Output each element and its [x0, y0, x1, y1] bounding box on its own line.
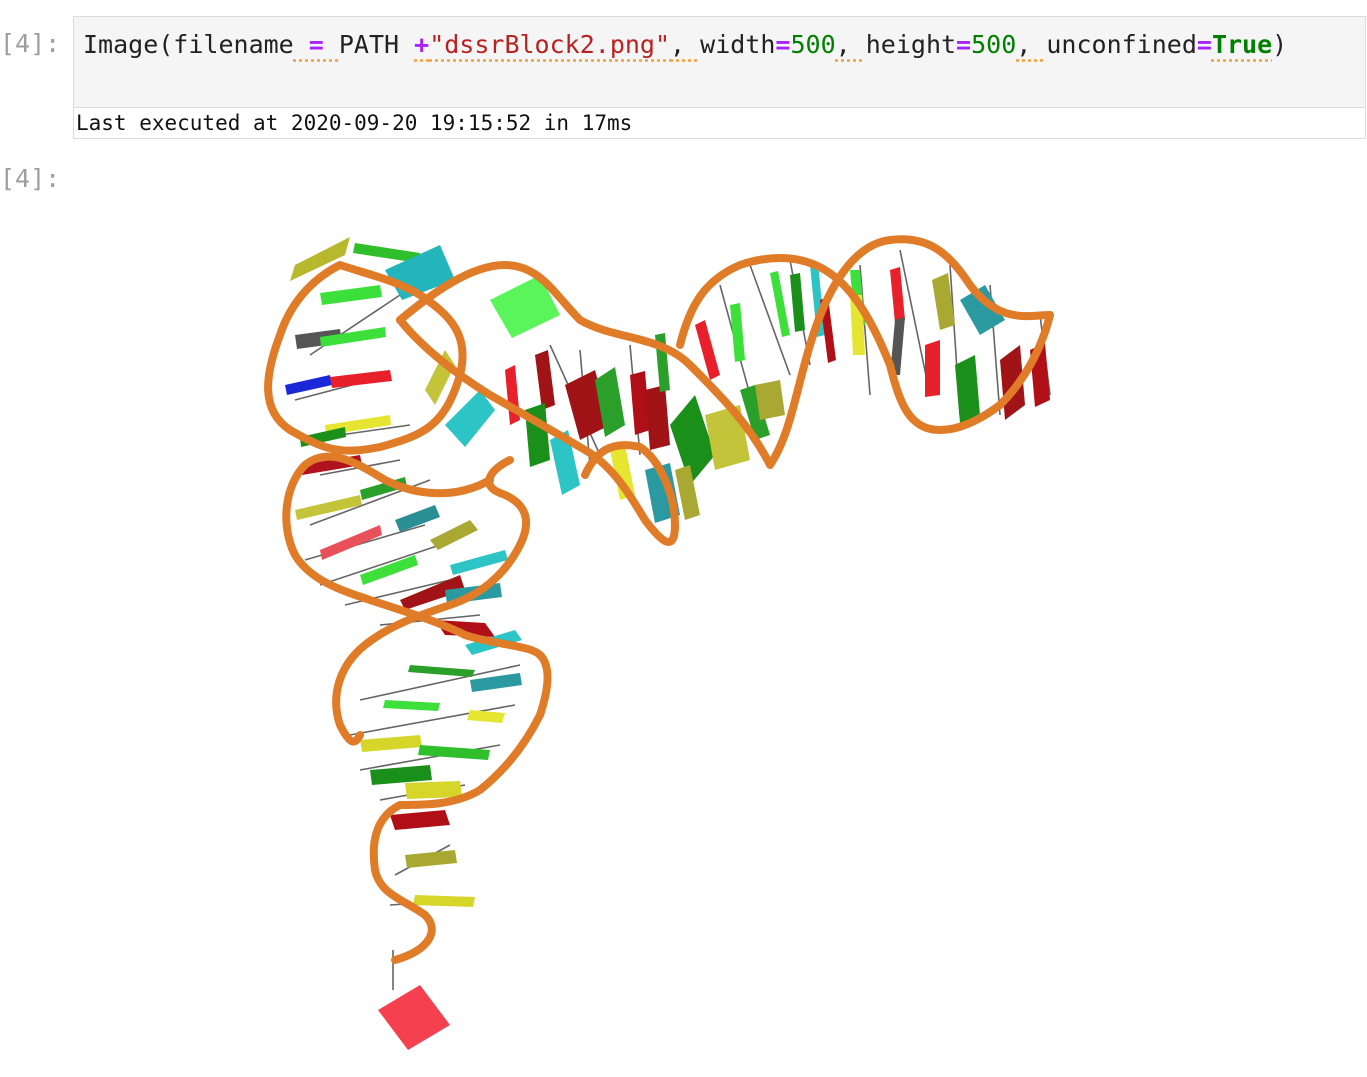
code-token: ,	[670, 30, 701, 59]
code-token: 500	[971, 30, 1017, 59]
code-token: )	[1272, 30, 1288, 59]
execution-info-text: Last executed at 2020-09-20 19:15:52 in …	[76, 111, 633, 135]
output-prompt: [4]:	[0, 164, 61, 193]
code-token: "dssrBlock2.png"	[429, 30, 671, 59]
code-token: PATH	[338, 30, 415, 59]
code-line[interactable]: Image(filename = PATH +"dssrBlock2.png",…	[83, 29, 1287, 61]
code-cell-editor[interactable]: Image(filename = PATH +"dssrBlock2.png",…	[73, 16, 1366, 108]
rna-structure-image	[264, 235, 1054, 1050]
code-token: =	[1196, 30, 1212, 59]
code-token: ,	[835, 30, 866, 59]
code-token: ,	[1016, 30, 1047, 59]
code-token: True	[1211, 30, 1273, 59]
execution-info-bar: Last executed at 2020-09-20 19:15:52 in …	[73, 108, 1366, 139]
code-token: width	[700, 30, 776, 59]
code-token: =	[956, 30, 972, 59]
code-token: =	[293, 30, 339, 59]
nucleotide-bases	[285, 237, 1050, 1050]
code-token: unconfined	[1046, 30, 1197, 59]
code-token: +	[414, 30, 430, 59]
code-token: Image(filename	[83, 30, 294, 59]
code-token: =	[775, 30, 791, 59]
code-token: height	[865, 30, 957, 59]
code-token: 500	[790, 30, 836, 59]
input-prompt: [4]:	[0, 29, 61, 58]
